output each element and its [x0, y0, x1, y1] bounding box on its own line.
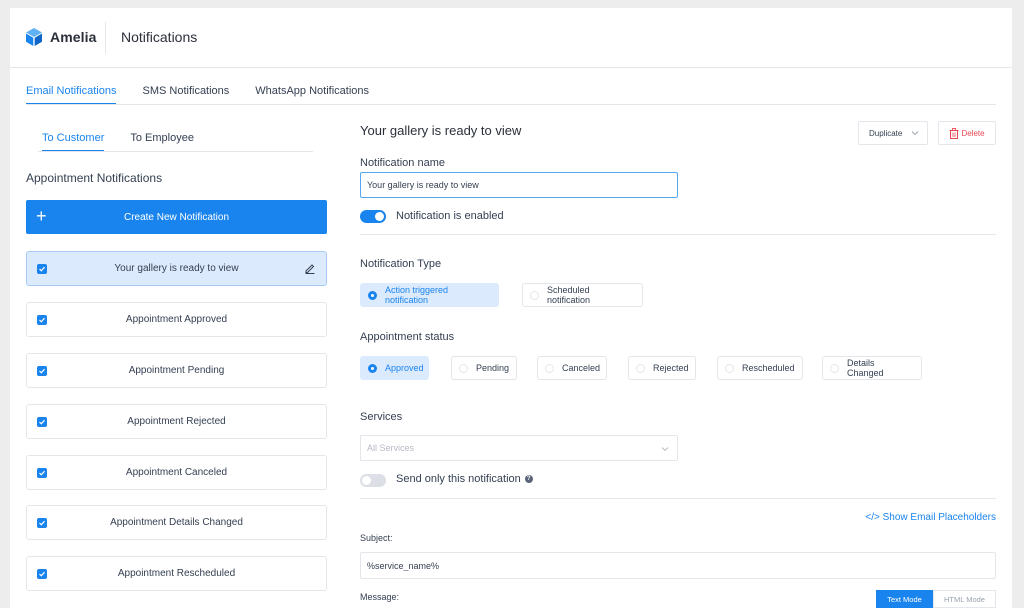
list-item-label: Appointment Approved: [125, 314, 228, 325]
list-item[interactable]: Appointment Details Changed: [26, 505, 327, 540]
trash-icon: [949, 127, 959, 139]
radio-label: Action triggered notification: [385, 285, 449, 305]
radio-scheduled[interactable]: Scheduled notification: [522, 283, 643, 307]
radio-icon: [830, 364, 839, 373]
create-notification-button[interactable]: + Create New Notification: [26, 200, 327, 234]
checkbox-icon[interactable]: [37, 417, 47, 427]
section-title: Appointment Notifications: [26, 171, 163, 185]
tab-to-customer[interactable]: To Customer: [42, 132, 105, 152]
radio-icon: [459, 364, 468, 373]
radio-icon: [545, 364, 554, 373]
duplicate-button[interactable]: Duplicate: [858, 121, 928, 145]
radio-label: Scheduled notification: [547, 285, 591, 305]
tab-sms-notifications[interactable]: SMS Notifications: [142, 85, 229, 105]
enabled-label: Notification is enabled: [396, 210, 504, 222]
checkbox-icon[interactable]: [37, 468, 47, 478]
tab-whatsapp-notifications[interactable]: WhatsApp Notifications: [255, 85, 369, 105]
radio-label: Rejected: [653, 363, 689, 373]
list-item-label: Appointment Rejected: [127, 416, 226, 427]
notification-type-label: Notification Type: [360, 258, 442, 270]
duplicate-label: Duplicate: [869, 128, 903, 138]
toggle-knob: [362, 476, 371, 485]
checkbox-icon[interactable]: [37, 264, 47, 274]
page-title: Notifications: [121, 29, 198, 45]
services-placeholder: All Services: [367, 443, 415, 453]
amelia-logo-icon: [26, 28, 42, 46]
chevron-down-icon: [661, 447, 669, 452]
plus-icon: +: [36, 206, 47, 226]
list-item-label: Appointment Canceled: [125, 467, 228, 478]
header-divider: [105, 22, 106, 54]
checkbox-icon[interactable]: [37, 569, 47, 579]
radio-icon: [636, 364, 645, 373]
radio-label: Approved: [385, 363, 424, 373]
notification-title: Your gallery is ready to view: [360, 123, 522, 138]
list-item[interactable]: Appointment Canceled: [26, 455, 327, 490]
radio-label: Pending: [476, 363, 510, 373]
send-only-text: Send only this notification?: [396, 473, 533, 485]
delete-label: Delete: [961, 128, 985, 138]
list-item-label: Appointment Pending: [128, 365, 225, 376]
list-item[interactable]: Your gallery is ready to view: [26, 251, 327, 286]
header: Amelia Notifications: [10, 8, 1012, 68]
list-item[interactable]: Appointment Approved: [26, 302, 327, 337]
radio-icon: [368, 291, 377, 300]
checkbox-icon[interactable]: [37, 315, 47, 325]
notification-name-input[interactable]: [360, 172, 678, 198]
subtabs-divider: [38, 151, 313, 152]
radio-label: Canceled: [562, 363, 601, 373]
radio-approved[interactable]: Approved: [360, 356, 429, 380]
tabs-divider: [26, 104, 996, 105]
divider: [360, 498, 996, 499]
checkbox-icon[interactable]: [37, 518, 47, 528]
app-window: Amelia Notifications Email Notifications…: [10, 8, 1012, 608]
radio-canceled[interactable]: Canceled: [537, 356, 607, 380]
divider: [360, 234, 996, 235]
notification-name-label: Notification name: [360, 157, 445, 169]
list-item[interactable]: Appointment Rejected: [26, 404, 327, 439]
radio-details-changed[interactable]: Details Changed: [822, 356, 922, 380]
radio-icon: [368, 364, 377, 373]
chevron-down-icon: [911, 131, 919, 136]
tab-email-notifications[interactable]: Email Notifications: [26, 85, 117, 105]
radio-icon: [725, 364, 734, 373]
radio-rejected[interactable]: Rejected: [628, 356, 696, 380]
radio-icon: [530, 291, 539, 300]
checkbox-icon[interactable]: [37, 366, 47, 376]
appointment-status-label: Appointment status: [360, 331, 455, 343]
delete-button[interactable]: Delete: [938, 121, 996, 145]
create-notification-label: Create New Notification: [123, 211, 230, 223]
radio-label: Rescheduled: [742, 363, 795, 373]
enabled-toggle[interactable]: [360, 210, 386, 223]
show-email-placeholders-link[interactable]: </> Show Email Placeholders: [865, 512, 996, 523]
help-icon[interactable]: ?: [524, 475, 533, 484]
radio-label: Details Changed: [847, 358, 884, 378]
text-mode-button[interactable]: Text Mode: [876, 590, 933, 608]
editor-mode-toggle: Text Mode HTML Mode: [876, 590, 996, 608]
app-name: Amelia: [50, 29, 97, 45]
radio-action-triggered[interactable]: Action triggered notification: [360, 283, 499, 307]
radio-rescheduled[interactable]: Rescheduled: [717, 356, 803, 380]
edit-icon[interactable]: [304, 262, 316, 274]
html-mode-button[interactable]: HTML Mode: [933, 590, 996, 608]
subject-input[interactable]: [360, 552, 996, 579]
toggle-knob: [375, 212, 384, 221]
recipient-tabs: To Customer To Employee: [42, 132, 220, 152]
subject-label: Subject:: [360, 533, 393, 543]
list-item-label: Your gallery is ready to view: [114, 263, 239, 274]
list-item-label: Appointment Rescheduled: [117, 568, 236, 579]
send-only-label: Send only this notification: [396, 473, 521, 485]
logo: Amelia: [24, 27, 97, 47]
services-label: Services: [360, 411, 403, 423]
list-item[interactable]: Appointment Rescheduled: [26, 556, 327, 591]
notification-channel-tabs: Email Notifications SMS Notifications Wh…: [26, 85, 395, 105]
send-only-toggle[interactable]: [360, 474, 386, 487]
list-item-label: Appointment Details Changed: [110, 517, 243, 528]
radio-pending[interactable]: Pending: [451, 356, 517, 380]
tab-to-employee[interactable]: To Employee: [130, 132, 194, 152]
services-select[interactable]: All Services: [360, 435, 678, 461]
list-item[interactable]: Appointment Pending: [26, 353, 327, 388]
